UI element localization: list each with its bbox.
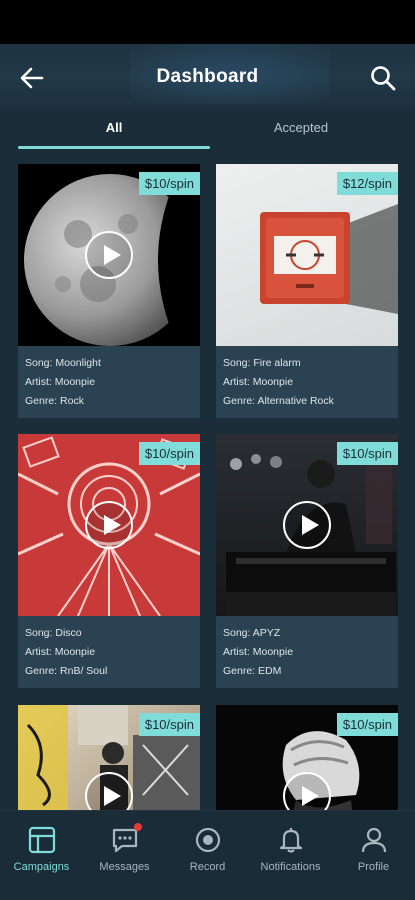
artist-name: Artist: Moonpie	[25, 376, 96, 388]
nav-label: Record	[189, 861, 226, 873]
song-name: Song: Disco	[25, 627, 82, 639]
price-tag: $10/spin	[336, 442, 398, 465]
active-tab-indicator	[18, 146, 210, 149]
unread-dot	[133, 823, 142, 831]
genre-name: Genre: EDM	[223, 665, 282, 677]
nav-notifications[interactable]: Notifications	[249, 825, 332, 873]
campaign-card[interactable]: $10/spin	[18, 705, 200, 810]
tab-accepted[interactable]: Accepted	[205, 120, 397, 135]
price-tag: $12/spin	[336, 172, 398, 195]
artist-name: Artist: Moonpie	[25, 646, 96, 658]
card-info: Song: Disco Artist: Moonpie Genre: RnB/ …	[18, 616, 200, 688]
nav-label: Notifications	[260, 861, 321, 873]
song-name: Song: Fire alarm	[223, 357, 301, 369]
campaign-card[interactable]: $10/spin Song: Moonlight Artist: Moonpie…	[18, 164, 200, 418]
genre-name: Genre: Rock	[25, 395, 84, 407]
bell-icon	[276, 825, 306, 855]
campaign-card[interactable]: $10/spin Song: Disco Artist: Moonpie Gen…	[18, 434, 200, 688]
cover-image-disco: $10/spin	[18, 434, 200, 616]
nav-profile[interactable]: Profile	[332, 825, 415, 873]
nav-messages[interactable]: Messages	[83, 823, 166, 873]
card-info: Song: Moonlight Artist: Moonpie Genre: R…	[18, 346, 200, 418]
campaign-card[interactable]: $10/spin	[216, 705, 398, 810]
messages-icon	[110, 823, 142, 855]
cover-image-apyz: $10/spin	[216, 434, 398, 616]
search-button[interactable]	[369, 64, 397, 92]
search-icon	[371, 66, 396, 91]
artist-name: Artist: Moonpie	[223, 376, 294, 388]
genre-name: Genre: Alternative Rock	[223, 395, 334, 407]
tab-all[interactable]: All	[18, 120, 210, 135]
tab-bar: All Accepted	[0, 112, 415, 152]
play-icon	[302, 786, 319, 806]
status-bar	[0, 0, 415, 44]
play-button[interactable]	[283, 501, 331, 549]
cover-image-portrait: $10/spin	[216, 705, 398, 810]
card-info: Song: APYZ Artist: Moonpie Genre: EDM	[216, 616, 398, 688]
price-tag: $10/spin	[138, 442, 200, 465]
campaign-card[interactable]: $10/spin Song: APYZ Artist: Moonpie Genr…	[216, 434, 398, 688]
cover-image-fire-alarm: $12/spin	[216, 164, 398, 346]
play-button[interactable]	[85, 501, 133, 549]
artist-name: Artist: Moonpie	[223, 646, 294, 658]
profile-icon	[359, 825, 389, 855]
play-button[interactable]	[85, 231, 133, 279]
record-icon	[193, 825, 223, 855]
play-icon	[104, 245, 121, 265]
play-icon	[302, 515, 319, 535]
nav-label: Campaigns	[13, 861, 70, 873]
nav-label: Messages	[99, 861, 150, 873]
card-info: Song: Fire alarm Artist: Moonpie Genre: …	[216, 346, 398, 418]
price-tag: $10/spin	[138, 713, 200, 736]
cover-image-moon: $10/spin	[18, 164, 200, 346]
play-icon	[104, 515, 121, 535]
nav-label: Profile	[357, 861, 390, 873]
genre-name: Genre: RnB/ Soul	[25, 665, 108, 677]
song-name: Song: APYZ	[223, 627, 281, 639]
campaign-card[interactable]: $12/spin Song: Fire alarm Artist: Moonpi…	[216, 164, 398, 418]
price-tag: $10/spin	[336, 713, 398, 736]
nav-campaigns[interactable]: Campaigns	[0, 825, 83, 873]
nav-record[interactable]: Record	[166, 825, 249, 873]
app-header: Dashboard	[0, 44, 415, 112]
page-title: Dashboard	[156, 66, 259, 87]
campaign-grid: $10/spin Song: Moonlight Artist: Moonpie…	[0, 164, 415, 810]
song-name: Song: Moonlight	[25, 357, 101, 369]
price-tag: $10/spin	[138, 172, 200, 195]
campaigns-icon	[27, 825, 57, 855]
play-icon	[104, 786, 121, 806]
bottom-navigation: Campaigns Messages Record Notifications …	[0, 810, 415, 900]
cover-image-street-art: $10/spin	[18, 705, 200, 810]
